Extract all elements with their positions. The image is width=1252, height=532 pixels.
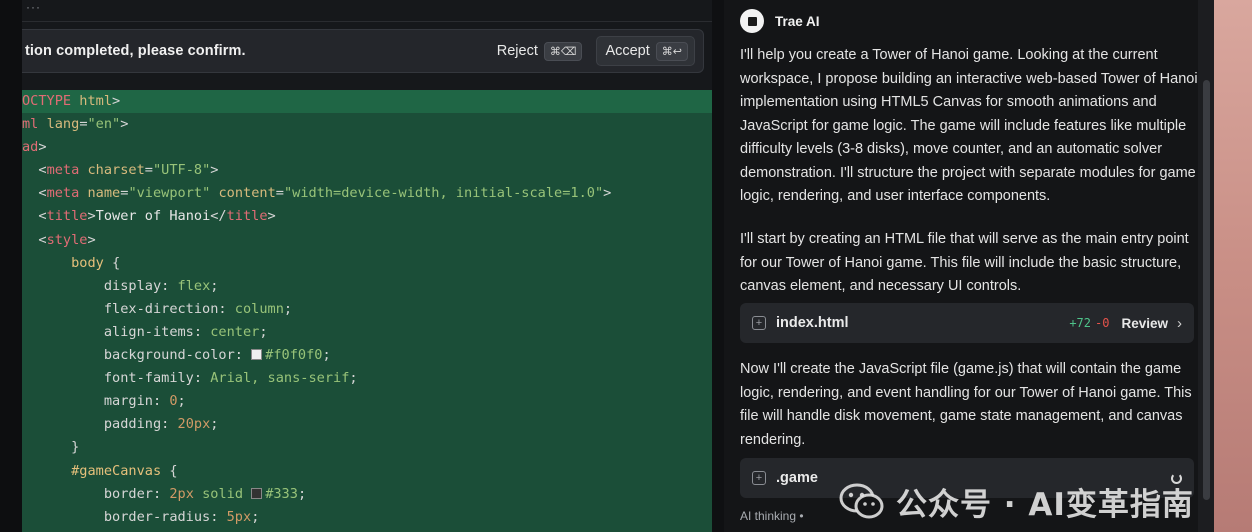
- confirm-bar: tion completed, please confirm. Reject ⌘…: [22, 29, 704, 73]
- assistant-message: Now I'll create the JavaScript file (gam…: [740, 361, 1192, 448]
- file-plus-icon: +: [752, 316, 766, 330]
- code-line: margin: 0;: [103, 393, 186, 410]
- code-editor[interactable]: ··· tion completed, please confirm. Reje…: [22, 0, 712, 532]
- color-swatch: [251, 349, 263, 361]
- code-line: display: flex;: [103, 277, 219, 294]
- code-line: padding: 20px;: [103, 416, 219, 433]
- code-diff-area[interactable]: OCTYPE html> ml lang="en"> ad> <meta cha…: [22, 90, 712, 532]
- code-line: <meta name="viewport" content="width=dev…: [38, 185, 612, 202]
- wechat-logo-icon: [839, 483, 884, 519]
- chat-header: Trae AI: [740, 9, 820, 33]
- reject-label: Reject: [496, 43, 538, 59]
- watermark-text: 公众号 · AI变革指南: [896, 486, 1194, 523]
- thinking-status: AI thinking •: [740, 509, 804, 523]
- code-line: body {: [71, 254, 121, 271]
- desktop-background: [1214, 0, 1252, 532]
- reject-button[interactable]: Reject ⌘⌫: [489, 36, 589, 66]
- chat-title: Trae AI: [775, 13, 820, 29]
- confirm-message: tion completed, please confirm.: [25, 43, 246, 59]
- watermark: 公众号 · AI变革指南: [838, 478, 1194, 524]
- code-line: }: [71, 439, 80, 456]
- code-line: <title>Tower of Hanoi</title>: [38, 208, 276, 225]
- assistant-message: I'll start by creating an HTML file that…: [740, 231, 1189, 294]
- code-line: <meta charset="UTF-8">: [38, 162, 219, 179]
- accept-label: Accept: [605, 43, 650, 59]
- chat-panel: Trae AI I'll help you create a Tower of …: [724, 0, 1214, 532]
- left-gutter: [0, 0, 22, 532]
- chevron-right-icon[interactable]: ›: [1177, 315, 1182, 332]
- file-card-index-html[interactable]: + index.html +72 -0 Review ›: [740, 303, 1194, 343]
- file-name: index.html: [776, 315, 849, 331]
- assistant-message: I'll help you create a Tower of Hanoi ga…: [740, 47, 1198, 204]
- code-line: OCTYPE html>: [22, 90, 712, 114]
- chat-scrollbar-thumb[interactable]: [1203, 80, 1210, 500]
- trae-logo-icon: [740, 9, 764, 33]
- code-line: ad>: [22, 139, 47, 156]
- code-line: <style>: [38, 231, 96, 248]
- code-line: font-family: Arial, sans-serif;: [103, 370, 358, 387]
- editor-topbar: ···: [22, 0, 712, 22]
- code-line: background-color: #f0f0f0;: [103, 347, 331, 364]
- accept-button[interactable]: Accept ⌘↩: [596, 36, 695, 66]
- code-line: flex-direction: column;: [103, 300, 293, 317]
- code-line: #gameCanvas {: [71, 462, 178, 479]
- lines-added: +72: [1069, 316, 1092, 330]
- accept-shortcut: ⌘↩: [655, 41, 688, 61]
- color-swatch: [251, 487, 263, 499]
- code-line: align-items: center;: [103, 323, 268, 340]
- code-line: ml lang="en">: [22, 116, 129, 133]
- reject-shortcut: ⌘⌫: [543, 41, 583, 61]
- pane-divider[interactable]: [712, 0, 724, 532]
- lines-removed: -0: [1095, 316, 1110, 330]
- more-icon[interactable]: ···: [26, 1, 41, 13]
- review-button[interactable]: Review: [1121, 316, 1168, 331]
- code-line: border-radius: 5px;: [103, 508, 260, 525]
- code-line: border: 2px solid #333;: [103, 485, 307, 502]
- file-plus-icon: +: [752, 471, 766, 485]
